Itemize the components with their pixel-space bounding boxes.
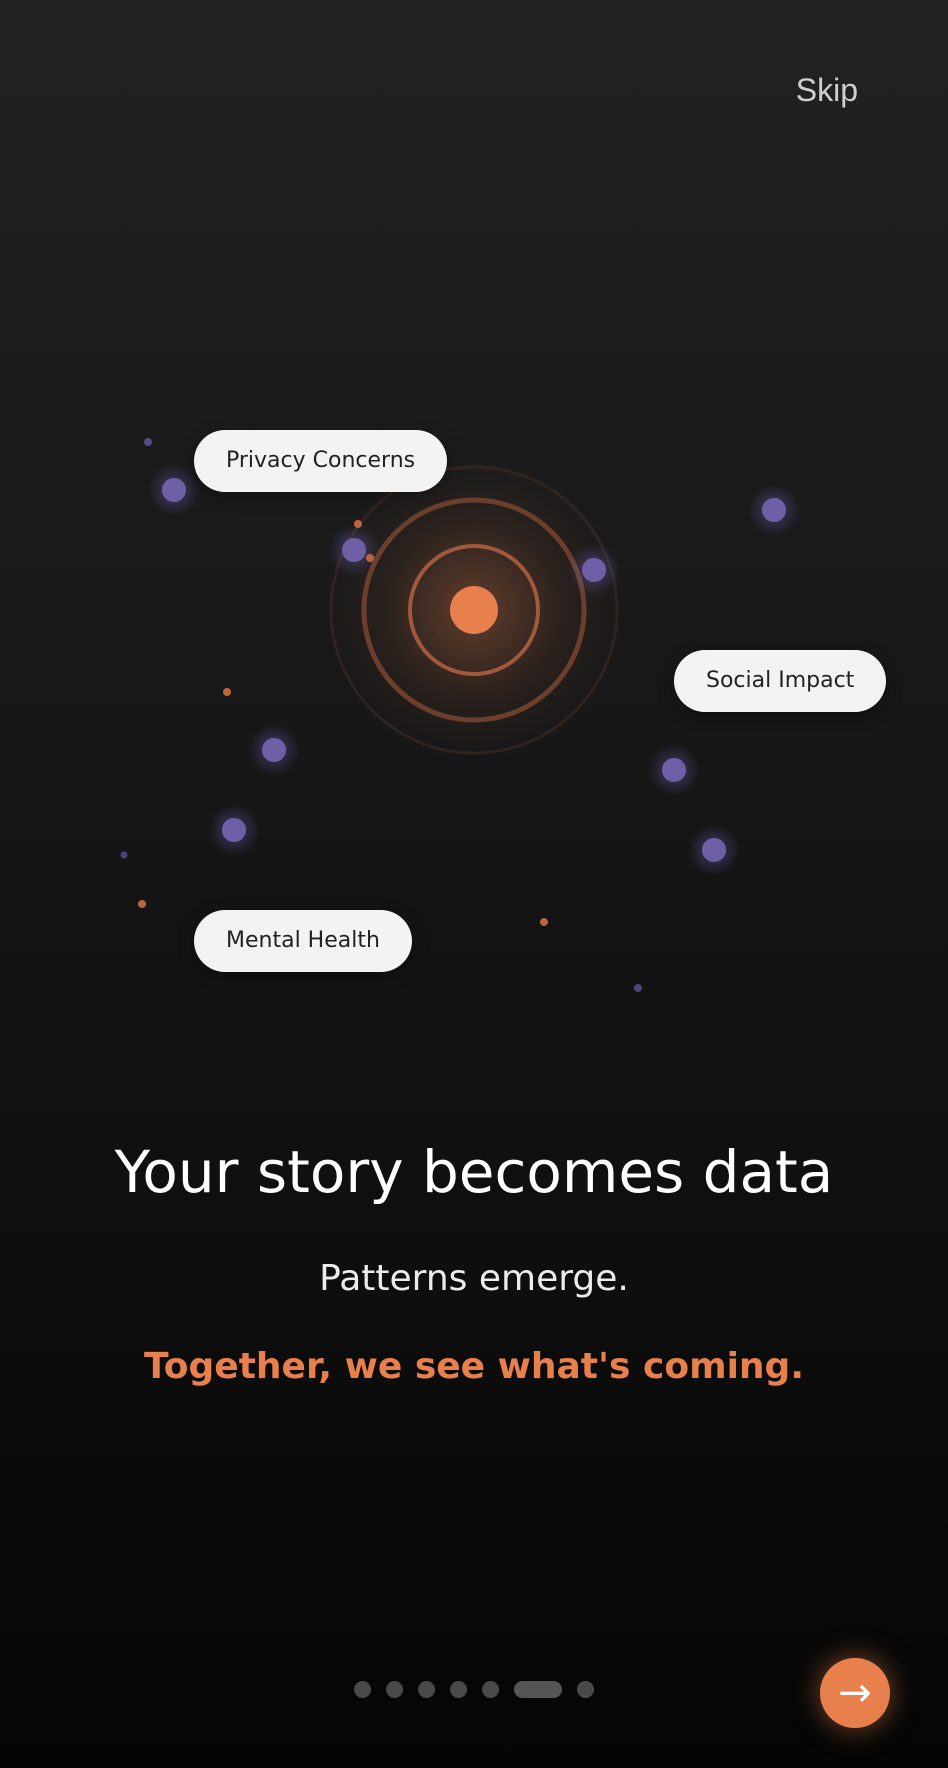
data-node	[748, 484, 800, 536]
particle-dot	[634, 984, 642, 992]
topic-pill-social[interactable]: Social Impact	[674, 650, 887, 712]
data-node	[328, 524, 380, 576]
data-node	[648, 744, 700, 796]
data-node	[248, 724, 300, 776]
topic-pill-privacy[interactable]: Privacy Concerns	[194, 430, 448, 492]
next-button[interactable]: →	[820, 1658, 890, 1728]
page-dot[interactable]	[418, 1681, 435, 1698]
page-dot-active[interactable]	[514, 1681, 562, 1698]
subheadline: Patterns emerge.	[319, 1258, 629, 1299]
data-network-illustration	[120, 438, 948, 992]
data-node	[148, 464, 200, 516]
data-node	[568, 544, 620, 596]
headline: Your story becomes data	[114, 1138, 834, 1206]
particle-dot	[223, 688, 231, 696]
page-dot[interactable]	[354, 1681, 371, 1698]
particle-dot	[120, 851, 128, 859]
particle-dot	[144, 438, 152, 446]
data-node	[208, 804, 260, 856]
page-dot[interactable]	[482, 1681, 499, 1698]
particle-dot	[354, 520, 362, 528]
page-dot[interactable]	[386, 1681, 403, 1698]
onboarding-screen: Skip Privacy Concerns Social Impact Ment…	[0, 0, 948, 1768]
particle-dot	[540, 918, 548, 926]
page-dot[interactable]	[450, 1681, 467, 1698]
core-center	[450, 586, 498, 634]
arrow-right-icon: →	[838, 1670, 872, 1716]
particle-dot	[366, 554, 374, 562]
accent-tagline: Together, we see what's coming.	[144, 1346, 804, 1387]
data-node	[688, 824, 740, 876]
page-indicator	[0, 1681, 948, 1698]
particle-dot	[138, 900, 146, 908]
topic-pill-mental[interactable]: Mental Health	[194, 910, 412, 972]
page-dot[interactable]	[577, 1681, 594, 1698]
